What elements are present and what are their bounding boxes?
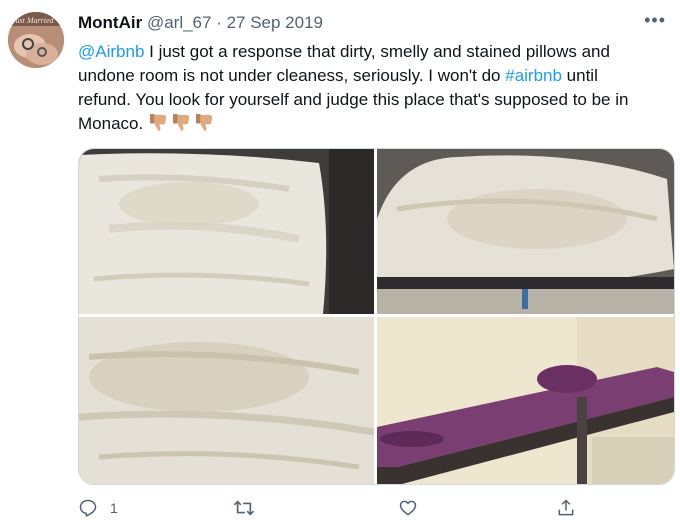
avatar-image: Just Married — [8, 12, 64, 68]
handle[interactable]: @arl_67 — [147, 13, 212, 32]
like-button[interactable] — [398, 498, 430, 518]
heart-icon — [399, 500, 417, 516]
reply-icon — [79, 499, 97, 517]
tweet-date[interactable]: 27 Sep 2019 — [227, 13, 323, 32]
avatar-text: Just Married — [12, 16, 55, 25]
hashtag-link[interactable]: #airbnb — [505, 66, 562, 85]
display-name[interactable]: MontAir — [78, 13, 142, 32]
photo-pillow-1[interactable] — [79, 149, 374, 314]
emoji-group — [149, 113, 218, 133]
photo-bunk-bed[interactable] — [377, 317, 674, 484]
retweet-icon — [233, 500, 255, 516]
share-button[interactable] — [556, 498, 576, 518]
reply-count: 1 — [110, 500, 118, 516]
thumbs-down-icon — [173, 113, 190, 132]
more-options-icon[interactable]: ••• — [644, 10, 666, 31]
thumbs-down-icon — [150, 113, 167, 132]
tweet[interactable]: Just Married MontAir @arl_67 · 27 Sep 20… — [0, 0, 680, 527]
retweet-button[interactable] — [233, 498, 267, 518]
avatar[interactable]: Just Married — [8, 12, 64, 68]
reply-button[interactable]: 1 — [78, 498, 118, 518]
tweet-text: @Airbnb I just got a response that dirty… — [78, 40, 648, 136]
tweet-actions: 1 — [78, 498, 678, 522]
media-grid — [78, 148, 675, 485]
tweet-header: MontAir @arl_67 · 27 Sep 2019 — [78, 12, 323, 34]
share-icon — [558, 499, 574, 516]
photo-pillow-3[interactable] — [79, 317, 374, 484]
photo-pillow-2[interactable] — [377, 149, 674, 314]
mention-link[interactable]: @Airbnb — [78, 42, 144, 61]
thumbs-down-icon — [196, 113, 213, 132]
separator: · — [211, 13, 227, 32]
